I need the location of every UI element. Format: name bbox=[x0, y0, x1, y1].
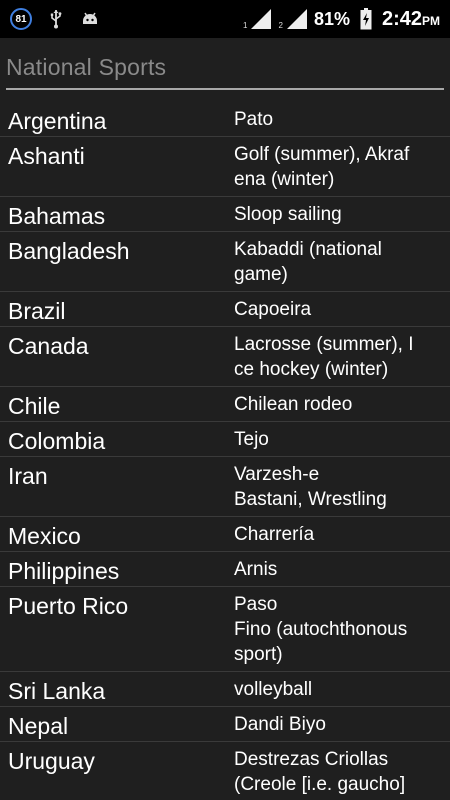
status-bar-left: 81 bbox=[10, 8, 100, 30]
country-cell: Philippines bbox=[8, 558, 120, 584]
table-row[interactable]: Bahamas Sloop sailing bbox=[0, 197, 450, 232]
title-divider bbox=[6, 88, 444, 90]
signal-icon bbox=[286, 9, 307, 29]
sport-cell: Varzesh-e Bastani, Wrestling bbox=[234, 464, 387, 510]
sport-cell: Pato bbox=[234, 109, 274, 130]
status-bar-right: 1 2 81% 2:42PM bbox=[243, 8, 440, 31]
signal-icon bbox=[251, 9, 272, 29]
table-row[interactable]: Nepal Dandi Biyo bbox=[0, 707, 450, 742]
country-cell: Iran bbox=[8, 463, 48, 489]
sim2-label: 2 bbox=[278, 21, 283, 30]
clock: 2:42PM bbox=[382, 8, 440, 31]
table-row[interactable]: Ashanti Golf (summer), Akraf ena (winter) bbox=[0, 137, 450, 197]
country-cell: Bahamas bbox=[8, 203, 106, 229]
sport-cell: Dandi Biyo bbox=[234, 714, 326, 735]
table-row[interactable]: Brazil Capoeira bbox=[0, 292, 450, 327]
country-cell: Canada bbox=[8, 333, 89, 359]
usb-icon bbox=[46, 9, 66, 29]
country-cell: Nepal bbox=[8, 713, 69, 739]
android-icon bbox=[80, 9, 100, 29]
sport-cell: Destrezas Criollas (Creole [i.e. gaucho]… bbox=[234, 749, 406, 800]
signal-sim2: 2 bbox=[278, 8, 307, 30]
country-cell: Uruguay bbox=[8, 748, 95, 774]
country-cell: Sri Lanka bbox=[8, 678, 106, 704]
sport-cell: Charrería bbox=[234, 524, 315, 545]
country-cell: Ashanti bbox=[8, 143, 85, 169]
sport-cell: Chilean rodeo bbox=[234, 394, 353, 415]
sport-cell: Capoeira bbox=[234, 299, 312, 320]
country-cell: Argentina bbox=[8, 108, 107, 134]
page-title: National Sports bbox=[6, 54, 167, 80]
country-cell: Mexico bbox=[8, 523, 81, 549]
table-row[interactable]: Canada Lacrosse (summer), I ce hockey (wi… bbox=[0, 327, 450, 387]
table-row[interactable]: Iran Varzesh-e Bastani, Wrestling bbox=[0, 457, 450, 517]
country-cell: Bangladesh bbox=[8, 238, 130, 264]
sport-cell: Golf (summer), Akraf ena (winter) bbox=[234, 144, 410, 190]
table-row[interactable]: Puerto Rico Paso Fino (autochthonous spor… bbox=[0, 587, 450, 672]
table-row[interactable]: Argentina Pato bbox=[0, 102, 450, 137]
sport-cell: Lacrosse (summer), I ce hockey (winter) bbox=[234, 334, 414, 380]
status-bar: 81 1 2 81% 2:42PM bbox=[0, 0, 450, 38]
table-row[interactable]: Bangladesh Kabaddi (national game) bbox=[0, 232, 450, 292]
country-cell: Brazil bbox=[8, 298, 66, 324]
country-cell: Chile bbox=[8, 393, 61, 419]
clock-time: 2:42 bbox=[381, 7, 422, 30]
page-header: National Sports bbox=[0, 38, 450, 90]
sport-cell: Sloop sailing bbox=[234, 204, 342, 225]
table-row[interactable]: Uruguay Destrezas Criollas (Creole [i.e. … bbox=[0, 742, 450, 800]
signal-sim1: 1 bbox=[243, 8, 272, 30]
sport-cell: Arnis bbox=[234, 559, 278, 580]
sport-cell: Tejo bbox=[234, 429, 269, 450]
table-row[interactable]: Colombia Tejo bbox=[0, 422, 450, 457]
sim1-label: 1 bbox=[243, 21, 248, 30]
sport-cell: Kabaddi (national game) bbox=[234, 239, 382, 285]
country-cell: Puerto Rico bbox=[8, 593, 129, 619]
battery-percent: 81% bbox=[313, 8, 350, 29]
clock-ampm: PM bbox=[422, 13, 440, 28]
notification-count-badge: 81 bbox=[10, 8, 32, 30]
table-row[interactable]: Philippines Arnis bbox=[0, 552, 450, 587]
table-row[interactable]: Chile Chilean rodeo bbox=[0, 387, 450, 422]
sport-cell: Paso Fino (autochthonous sport) bbox=[234, 594, 408, 665]
sport-cell: volleyball bbox=[234, 679, 313, 700]
table-row[interactable]: Sri Lanka volleyball bbox=[0, 672, 450, 707]
battery-charging-icon bbox=[356, 8, 376, 30]
table-row[interactable]: Mexico Charrería bbox=[0, 517, 450, 552]
country-cell: Colombia bbox=[8, 428, 106, 454]
sports-table: Argentina Pato Ashanti Golf (summer), Akraf… bbox=[0, 102, 450, 800]
